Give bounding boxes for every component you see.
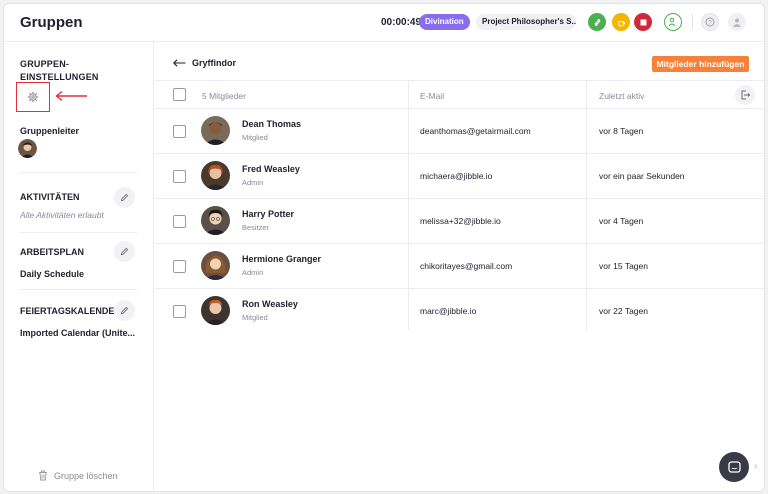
group-leader-avatar[interactable] <box>18 139 37 158</box>
member-role: Admin <box>242 268 264 277</box>
row-checkbox[interactable] <box>173 305 186 318</box>
member-avatar <box>201 161 230 190</box>
member-email: chikoritayes@gmail.com <box>420 261 513 271</box>
sidebar-divider <box>20 172 137 173</box>
chat-icon <box>727 460 741 473</box>
edit-schedule-button[interactable] <box>114 241 135 262</box>
back-to-groups[interactable]: Gryffindor <box>173 58 236 68</box>
member-email: melissa+32@jibble.io <box>420 216 501 226</box>
member-email: deanthomas@getairmail.com <box>420 126 531 136</box>
table-row[interactable]: Fred Weasley Admin michaera@jibble.io vo… <box>155 154 764 199</box>
settings-gear-button[interactable] <box>16 82 50 112</box>
member-role: Mitglied <box>242 133 268 142</box>
delete-group-label: Gruppe löschen <box>54 470 118 481</box>
schedule-heading: ARBEITSPLAN <box>20 247 85 257</box>
pencil-icon <box>120 247 129 256</box>
member-name[interactable]: Fred Weasley <box>242 164 300 174</box>
row-checkbox[interactable] <box>173 260 186 273</box>
switch-activity-button[interactable] <box>588 13 606 31</box>
member-avatar <box>201 116 230 145</box>
table-header: 5 Mitglieder E-Mail Zuletzt aktiv <box>155 80 764 109</box>
member-last-active: vor ein paar Sekunden <box>599 171 685 181</box>
arrow-left-icon <box>173 59 186 67</box>
delete-group-button[interactable]: Gruppe löschen <box>38 470 118 481</box>
group-name: Gryffindor <box>192 58 236 68</box>
member-avatar <box>201 296 230 325</box>
member-name[interactable]: Dean Thomas <box>242 119 301 129</box>
avatar-icon <box>733 18 741 27</box>
row-checkbox[interactable] <box>173 125 186 138</box>
app-window: Gruppen 00:00:49 Divination Project Phil… <box>3 3 765 492</box>
switch-icon <box>593 18 601 26</box>
member-role: Mitglied <box>242 313 268 322</box>
top-bar: Gruppen 00:00:49 Divination Project Phil… <box>4 4 764 42</box>
members-count-header: 5 Mitglieder <box>202 91 246 101</box>
row-checkbox[interactable] <box>173 215 186 228</box>
members-panel: Gryffindor Mitglieder hinzufügen 5 Mitgl… <box>155 42 764 491</box>
activities-value: Alle Aktivitäten erlaubt <box>20 210 104 220</box>
table-row[interactable]: Harry Potter Besitzer melissa+32@jibble.… <box>155 199 764 244</box>
coffee-icon <box>617 20 625 27</box>
edit-holiday-calendar-button[interactable] <box>114 300 135 321</box>
member-avatar <box>201 206 230 235</box>
help-icon: ? <box>705 17 715 27</box>
member-name[interactable]: Hermione Granger <box>242 254 321 264</box>
stop-icon <box>640 19 646 25</box>
group-leader-label: Gruppenleiter <box>20 126 80 136</box>
email-column-header[interactable]: E-Mail <box>420 91 444 101</box>
member-email: michaera@jibble.io <box>420 171 493 181</box>
export-button[interactable] <box>735 85 755 105</box>
header-divider <box>692 14 693 30</box>
timer-display: 00:00:49 <box>381 17 422 28</box>
project-badge[interactable]: Project Philosopher's S... <box>476 14 576 30</box>
add-members-button[interactable]: Mitglieder hinzufügen <box>652 56 749 72</box>
activities-heading: AKTIVITÄTEN <box>20 192 80 202</box>
edit-activities-button[interactable] <box>114 187 135 208</box>
gear-icon <box>27 91 39 103</box>
holiday-calendar-value: Imported Calendar (Unite... <box>20 328 136 338</box>
help-button[interactable]: ? <box>701 13 719 31</box>
member-last-active: vor 4 Tagen <box>599 216 644 226</box>
settings-heading: GRUPPEN-EINSTELLUNGEN <box>20 59 99 82</box>
member-role: Besitzer <box>242 223 270 232</box>
row-checkbox[interactable] <box>173 170 186 183</box>
break-button[interactable] <box>612 13 630 31</box>
trash-icon <box>39 470 47 481</box>
member-last-active: vor 15 Tagen <box>599 261 648 271</box>
chat-support-button[interactable] <box>719 452 749 482</box>
user-icon <box>668 17 676 27</box>
sidebar-divider <box>20 289 137 290</box>
table-row[interactable]: Hermione Granger Admin chikoritayes@gmai… <box>155 244 764 289</box>
export-icon <box>741 90 750 100</box>
member-role: Admin <box>242 178 264 187</box>
table-row[interactable]: Dean Thomas Mitglied deanthomas@getairma… <box>155 109 764 154</box>
member-name[interactable]: Ron Weasley <box>242 299 298 309</box>
page-title: Gruppen <box>20 14 83 31</box>
group-settings-sidebar: GRUPPEN-EINSTELLUNGEN Gruppenleiter AKTI… <box>4 42 154 491</box>
schedule-value: Daily Schedule <box>20 269 85 279</box>
highlight-arrow-icon <box>55 90 87 102</box>
last-active-column-header[interactable]: Zuletzt aktiv <box>599 91 644 101</box>
member-last-active: vor 22 Tagen <box>599 306 648 316</box>
member-name[interactable]: Harry Potter <box>242 209 294 219</box>
sidebar-divider <box>20 232 137 233</box>
table-row[interactable]: Ron Weasley Mitglied marc@jibble.io vor … <box>155 289 764 334</box>
member-last-active: vor 8 Tagen <box>599 126 644 136</box>
chevron-right-icon[interactable]: › <box>754 461 757 472</box>
pencil-icon <box>120 306 129 315</box>
member-avatar <box>201 251 230 280</box>
holiday-calendar-heading: FEIERTAGSKALENDER <box>20 306 121 316</box>
stop-timer-button[interactable] <box>634 13 652 31</box>
member-email: marc@jibble.io <box>420 306 477 316</box>
pencil-icon <box>120 193 129 202</box>
profile-avatar-button[interactable] <box>728 13 746 31</box>
activity-badge[interactable]: Divination <box>419 14 470 30</box>
user-clock-button[interactable] <box>664 13 682 31</box>
select-all-checkbox[interactable] <box>173 88 186 101</box>
